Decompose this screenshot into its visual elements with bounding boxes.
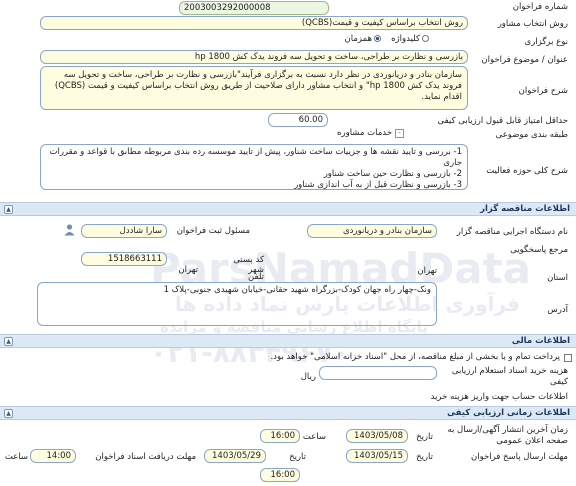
publish-date-field: 1403/05/08 [346, 429, 408, 443]
province-label: استان [547, 273, 568, 283]
currency-label: ریال [300, 372, 316, 382]
scope-label: شرح کلی حوزه فعالیت [486, 166, 568, 176]
registrar-field: سارا شاددل [81, 224, 167, 238]
doc-price-field [319, 366, 437, 380]
postal-field: 1518663111 [81, 252, 167, 266]
collapse-icon[interactable]: ▲ [4, 205, 13, 214]
docs-deadline-date-field-2: 1403/05/15 [346, 449, 408, 463]
city-value: تهران [178, 265, 198, 275]
section-title: اطلاعات مالی [511, 336, 570, 346]
type-option-label: کلیدواژه [391, 34, 420, 44]
payment-checkbox[interactable] [564, 354, 572, 362]
expand-icon[interactable]: - [395, 129, 404, 138]
scope-field: 1- بررسی و تایید نقشه ها و جزییات ساخت ش… [40, 144, 468, 190]
city-label: شهر [248, 265, 264, 275]
method-label: روش انتخاب مشاور [497, 19, 568, 29]
publish-label: زمان آخرین انتشار آگهی/ارسال به صفحه اعل… [447, 425, 568, 446]
registrar-label: مسئول ثبت فراخوان [176, 226, 250, 236]
number-label: شماره فراخوان [512, 2, 568, 12]
title-field: بازرسی و نظارت بر طراحی، ساخت و تحویل سه… [40, 50, 468, 64]
docs-date-label-2: تاریخ [416, 452, 433, 462]
section-title: اطلاعات مناقصه گزار [480, 204, 570, 214]
collapse-icon[interactable]: ▲ [4, 409, 13, 418]
publish-time-label: ساعت [302, 432, 326, 442]
min-score-field: 60.00 [268, 113, 328, 127]
category-label: طبقه بندی موضوعی [495, 130, 568, 140]
collapse-icon[interactable]: ▲ [4, 337, 13, 346]
publish-time-field: 16:00 [260, 429, 300, 443]
scope-item: 2- بازرسی و نظارت حین ساخت شناور [323, 169, 462, 179]
docs-deadline-date-field: 1403/05/29 [204, 449, 266, 463]
answer-time-label: ساعت [4, 452, 28, 462]
desc-field: سازمان بنادر و دریانوردی در نظر دارد نسب… [40, 66, 468, 110]
section-timing-header[interactable]: اطلاعات زمانی ارزیابی کیفی ▲ [0, 406, 576, 420]
address-field: ونک-چهار راه جهان کودک-بزرگراه شهید حقان… [37, 282, 437, 326]
min-score-label: حداقل امتیاز قابل قبول ارزیابی کیفی [437, 116, 568, 126]
doc-price-label: هزینه خرید اسناد استعلام ارزیابی کیفی [451, 366, 568, 387]
answer-deadline-time-field: 14:00 [30, 449, 76, 463]
org-label: نام دستگاه اجرایی مناقصه گزار [456, 227, 568, 237]
scope-item: 1- بررسی و تایید نقشه ها و جزییات ساخت ش… [49, 147, 462, 168]
account-label: اطلاعات حساب جهت واریز هزینه خرید [430, 392, 568, 402]
type-option-simultaneous[interactable]: همزمان [345, 34, 381, 44]
desc-label: شرح فراخوان [518, 86, 568, 96]
title-label: عنوان / موضوع فراخوان [481, 55, 568, 65]
section-financial-header[interactable]: اطلاعات مالی ▲ [0, 334, 576, 348]
section-title: اطلاعات زمانی ارزیابی کیفی [447, 408, 570, 418]
category-value: خدمات مشاوره [337, 128, 392, 138]
province-value: تهران [417, 266, 437, 276]
number-field: 2003003292000008 [179, 1, 329, 15]
postal-label: کد پستی [233, 255, 264, 265]
type-label: نوع برگزاری [524, 37, 568, 47]
radio-icon [422, 35, 429, 42]
docs-date-label: تاریخ [289, 452, 306, 462]
payment-text: پرداخت تمام و یا بخشی از مبلغ مناقصه، از… [270, 352, 560, 362]
type-option-label: همزمان [344, 34, 372, 44]
docs-deadline-label: مهلت دریافت اسناد فراخوان [95, 452, 196, 462]
method-field: روش انتخاب براساس کیفیت و قیمت(QCBS) [40, 16, 468, 30]
address-label: آدرس [547, 305, 568, 315]
ref-label: مرجع پاسخگویی [510, 245, 568, 255]
radio-selected-icon [374, 35, 381, 42]
docs-deadline-time-field: 16:00 [260, 468, 300, 482]
user-icon[interactable] [63, 223, 76, 236]
publish-date-label: تاریخ [416, 432, 433, 442]
section-organizer-header[interactable]: اطلاعات مناقصه گزار ▲ [0, 202, 576, 216]
org-field: سازمان بنادر و دریانوردی [307, 224, 437, 238]
answer-deadline-label: مهلت ارسال پاسخ فراخوان [470, 452, 568, 462]
type-option-keyword[interactable]: کلیدواژه [391, 34, 429, 44]
scope-item: 3- بازرسی و نظارت قبل از به آب اندازی شن… [294, 180, 462, 190]
